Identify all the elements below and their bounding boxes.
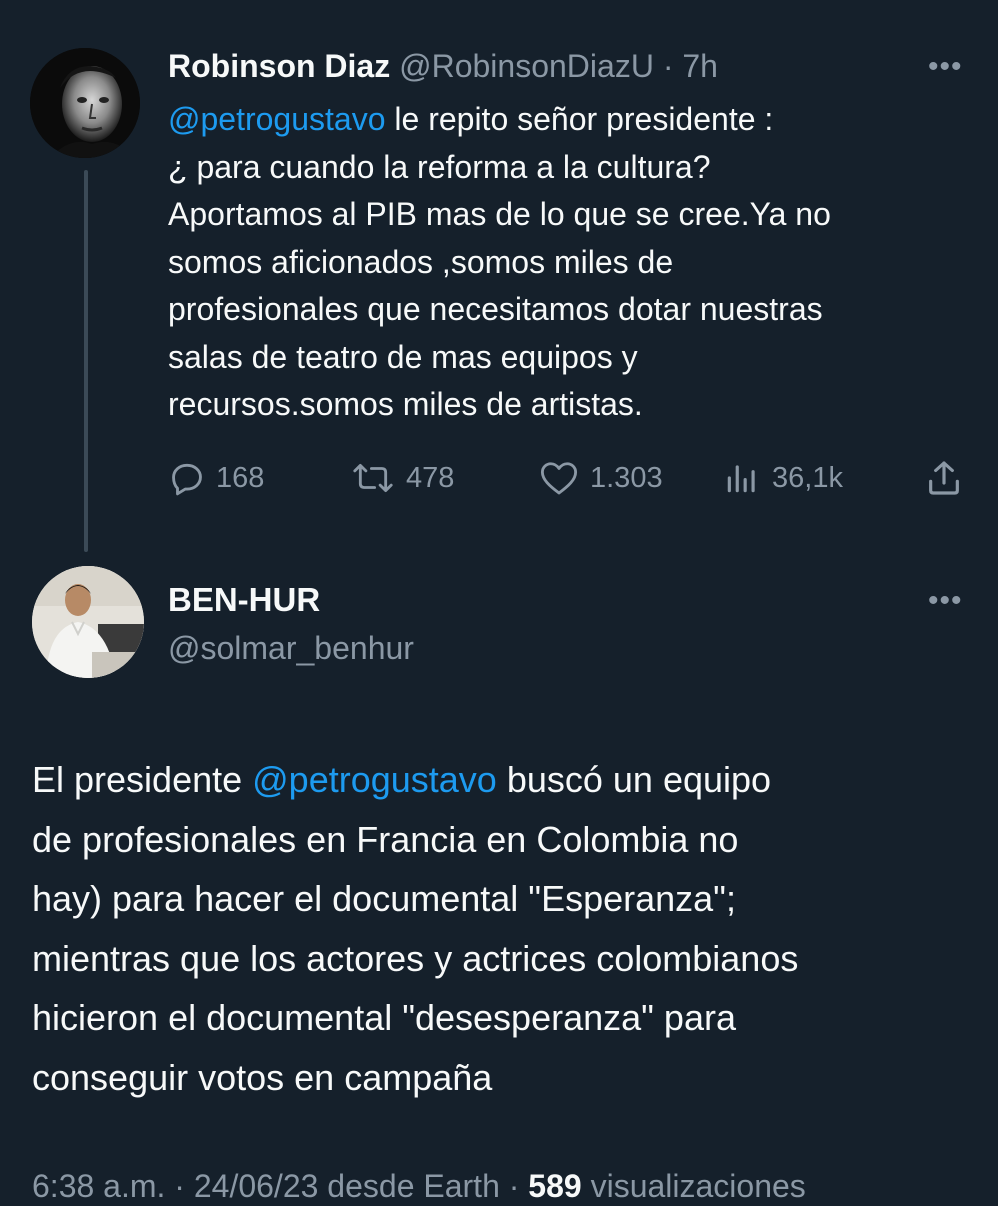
tweet-text-segment: El presidente — [32, 759, 253, 800]
tweet-text-line: hay) para hacer el documental "Esperanza… — [32, 878, 736, 919]
like-count: 1.303 — [590, 461, 663, 494]
tweet-source: desde Earth — [318, 1168, 500, 1204]
avatar-robinson-diaz[interactable] — [30, 48, 140, 158]
tweet-text-line: hicieron el documental "desesperanza" pa… — [32, 997, 736, 1038]
tweet-text-line: somos aficionados ,somos miles de — [168, 243, 674, 280]
tweet-action-bar: 168 478 1.303 36,1k — [0, 456, 998, 500]
author-handle[interactable]: @RobinsonDiazU — [399, 48, 654, 84]
tweet-text-segment: buscó un equipo — [496, 759, 772, 800]
reply-icon — [172, 463, 202, 496]
share-button[interactable] — [924, 456, 964, 500]
parent-tweet-text: @petrogustavo le repito señor presidente… — [168, 96, 978, 429]
parent-tweet: Robinson Diaz @RobinsonDiazU · 7h ••• @p… — [0, 0, 998, 560]
avatar-ben-hur[interactable] — [32, 566, 144, 678]
author-name[interactable]: Robinson Diaz — [168, 48, 390, 84]
tweet-metadata: 6:38 a.m. · 24/06/23 desde Earth · 589 v… — [32, 1166, 806, 1206]
views-label: visualizaciones — [581, 1168, 806, 1204]
retweet-button[interactable]: 478 — [350, 456, 454, 500]
mention-link[interactable]: @petrogustavo — [168, 101, 386, 137]
reply-author-handle[interactable]: @solmar_benhur — [168, 628, 414, 668]
reply-button[interactable]: 168 — [168, 456, 264, 500]
like-button[interactable]: 1.303 — [538, 456, 663, 500]
view-count: 36,1k — [772, 461, 843, 494]
share-icon — [929, 461, 959, 495]
retweet-count: 478 — [406, 461, 455, 494]
more-icon[interactable]: ••• — [928, 52, 963, 82]
reply-tweet-text: El presidente @petrogustavo buscó un equ… — [32, 750, 982, 1107]
tweet-text-line: de profesionales en Francia en Colombia … — [32, 818, 739, 860]
tweet-text-line: @petrogustavo le repito señor presidente… — [168, 96, 978, 144]
tweet-text-line: El presidente @petrogustavo buscó un equ… — [32, 750, 982, 810]
heart-icon — [540, 462, 578, 495]
tweet-text-line: profesionales que necesitamos dotar nues… — [168, 291, 823, 327]
avatar-portrait-image — [30, 48, 140, 158]
tweet-text-line: Aportamos al PIB mas de lo que se cree.Y… — [168, 196, 831, 232]
views-count[interactable]: 589 — [528, 1168, 581, 1204]
views-button[interactable]: 36,1k — [722, 456, 843, 500]
tweet-time[interactable]: 7h — [682, 48, 718, 84]
more-icon[interactable]: ••• — [928, 586, 963, 616]
tweet-text-segment: le repito señor presidente : — [385, 101, 774, 137]
analytics-icon — [727, 465, 755, 493]
meta-separator: · — [165, 1168, 194, 1204]
header-separator: · — [662, 48, 674, 84]
parent-tweet-header: Robinson Diaz @RobinsonDiazU · 7h — [168, 46, 718, 86]
meta-separator: · — [499, 1168, 529, 1204]
reply-count: 168 — [216, 461, 265, 494]
tweet-text-line: recursos.somos miles de artistas. — [168, 386, 643, 422]
tweet-date[interactable]: 24/06/23 — [194, 1168, 319, 1204]
avatar-portrait-image — [32, 566, 144, 678]
tweet-text-line: salas de teatro de mas equipos y — [168, 338, 638, 375]
mention-link[interactable]: @petrogustavo — [252, 759, 497, 800]
tweet-text-line: ¿ para cuando la reforma a la cultura? — [168, 148, 711, 185]
tweet-text-line: conseguir votos en campaña — [32, 1056, 493, 1098]
retweet-icon — [353, 463, 393, 493]
tweet-timestamp[interactable]: 6:38 a.m. — [32, 1168, 165, 1204]
reply-author-name[interactable]: BEN-HUR — [168, 580, 320, 620]
tweet-text-line: mientras que los actores y actrices colo… — [32, 937, 799, 979]
